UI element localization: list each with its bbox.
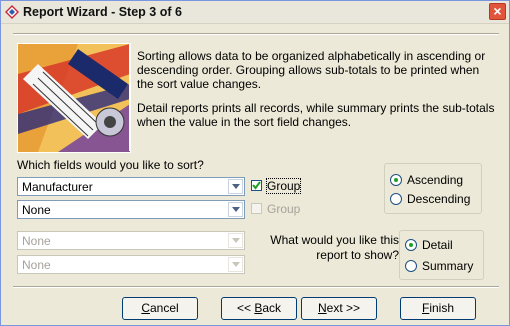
radio-unselected-icon [405, 260, 417, 272]
sort-prompt: Which fields would you like to sort? [17, 158, 204, 172]
back-prefix: << [236, 301, 255, 315]
chevron-down-icon[interactable] [228, 202, 243, 217]
cancel-mnemonic: C [141, 301, 150, 315]
report-type-prompt-line2: report to show? [316, 248, 399, 262]
sort-field-3-select[interactable]: None [17, 231, 245, 250]
sort-field-1-select[interactable]: Manufacturer [17, 177, 245, 196]
sort-field-3-value: None [22, 234, 51, 248]
ascending-label: Ascending [407, 173, 464, 187]
report-wizard-window: Report Wizard - Step 3 of 6 × Sorting al… [0, 0, 510, 326]
sort-field-2-value: None [22, 203, 51, 217]
descending-label: Descending [407, 192, 471, 206]
sort-field-1-value: Manufacturer [22, 180, 93, 194]
group-checkbox-2-label: Group [267, 202, 301, 216]
checkbox-unchecked-icon [251, 203, 262, 214]
group-checkbox-1[interactable]: Group [251, 178, 311, 194]
detail-label: Detail [422, 238, 453, 252]
summary-label: Summary [422, 259, 474, 273]
top-divider [13, 33, 499, 35]
summary-radio[interactable]: Summary [405, 258, 479, 274]
close-button[interactable]: × [489, 3, 506, 20]
wizard-illustration [17, 43, 131, 153]
bottom-divider [13, 286, 499, 288]
report-type-prompt-line1: What would you like this [270, 233, 399, 247]
radio-selected-icon [390, 174, 402, 186]
radio-selected-icon [405, 239, 417, 251]
radio-unselected-icon [390, 193, 402, 205]
next-label: ext >> [326, 301, 361, 315]
wizard-diamond-icon [5, 5, 19, 19]
illustration-border [129, 43, 131, 151]
info-paragraph-detail: Detail reports prints all records, while… [137, 101, 495, 129]
info-paragraph-sorting: Sorting allows data to be organized alph… [137, 49, 486, 91]
sort-field-4-value: None [22, 258, 51, 272]
close-icon: × [493, 3, 502, 19]
chevron-down-icon[interactable] [228, 179, 243, 194]
sort-field-2-select[interactable]: None [17, 200, 245, 219]
next-button[interactable]: Next >> [301, 297, 377, 320]
finish-label: inish [429, 301, 455, 315]
group-checkbox-1-label: Group [265, 178, 302, 194]
finish-button[interactable]: Finish [400, 297, 476, 320]
next-mnemonic: N [317, 301, 327, 315]
descending-radio[interactable]: Descending [390, 191, 476, 207]
checkbox-checked-icon [251, 180, 262, 191]
chevron-down-icon[interactable] [228, 233, 243, 248]
ascending-radio[interactable]: Ascending [390, 172, 476, 188]
cancel-button[interactable]: Cancel [122, 297, 198, 320]
title-bar[interactable]: Report Wizard - Step 3 of 6 × [1, 1, 509, 24]
wizard-body: Sorting allows data to be organized alph… [5, 25, 505, 323]
window-title: Report Wizard - Step 3 of 6 [23, 5, 182, 19]
chevron-down-icon[interactable] [228, 257, 243, 272]
cancel-label: ancel [149, 301, 179, 315]
back-label: ack [262, 301, 282, 315]
group-checkbox-2[interactable]: Group [251, 201, 311, 217]
sort-field-4-select[interactable]: None [17, 255, 245, 274]
back-button[interactable]: << Back [221, 297, 297, 320]
detail-radio[interactable]: Detail [405, 237, 479, 253]
